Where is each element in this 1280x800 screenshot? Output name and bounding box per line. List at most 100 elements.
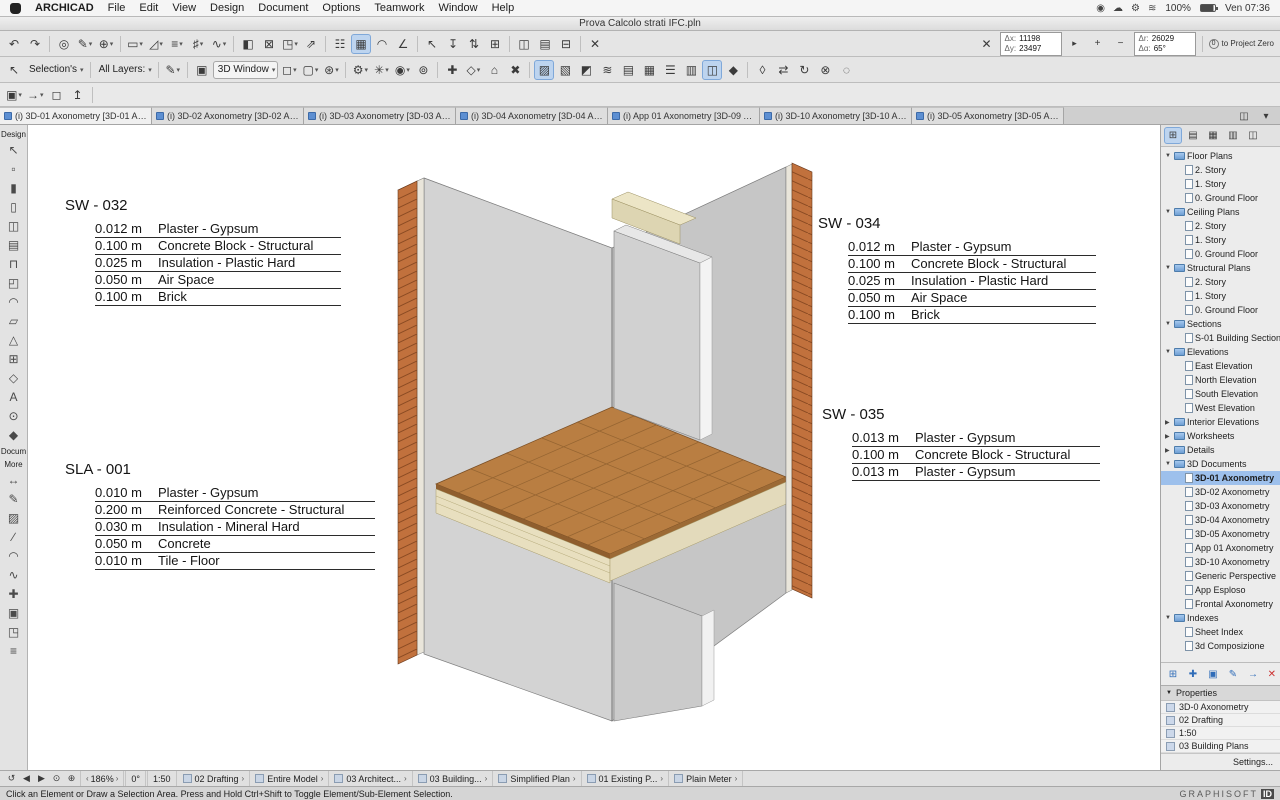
property-row[interactable]: 02 Drafting: [1161, 714, 1280, 727]
toolbar-button[interactable]: ▧: [555, 60, 575, 80]
tree-item[interactable]: 1. Story: [1161, 177, 1280, 191]
tool-button[interactable]: ◳: [3, 622, 25, 641]
tool-button[interactable]: ≡: [3, 641, 25, 660]
toolbar-button[interactable]: ◆: [723, 60, 743, 80]
annotation-sw-034[interactable]: SW - 034 0.012 mPlaster - Gypsum 0.100 m…: [818, 215, 1096, 324]
tree-item[interactable]: 2. Story: [1161, 163, 1280, 177]
tool-button[interactable]: A: [3, 387, 25, 406]
toolbar-button[interactable]: ↷: [25, 34, 45, 54]
quick-settings-dropdown[interactable]: 01 Existing P... ›: [582, 771, 670, 786]
tree-item[interactable]: Sheet Index: [1161, 625, 1280, 639]
tree-item[interactable]: S-01 Building Section: [1161, 331, 1280, 345]
toolbar-button[interactable]: ✎ ▾: [75, 34, 95, 54]
tree-item[interactable]: Generic Perspective: [1161, 569, 1280, 583]
navigator-tool-button[interactable]: ✎: [1225, 666, 1241, 682]
zoom-control[interactable]: ‹ 186% ›: [80, 771, 124, 786]
view-tab[interactable]: (i) 3D-05 Axonometry [3D-05 Axono...: [912, 107, 1064, 124]
toolbar-button[interactable]: ⊛ ▾: [321, 60, 341, 80]
tree-item[interactable]: App 01 Axonometry: [1161, 541, 1280, 555]
toolbar-button[interactable]: ≡ ▾: [167, 34, 187, 54]
tree-item[interactable]: ▶ Worksheets: [1161, 429, 1280, 443]
tree-item[interactable]: 3D-04 Axonometry: [1161, 513, 1280, 527]
toolbar-button[interactable]: ◩: [576, 60, 596, 80]
quick-settings-dropdown[interactable]: Plain Meter ›: [669, 771, 743, 786]
disclosure-triangle-icon[interactable]: ▶: [1165, 433, 1172, 440]
tree-item[interactable]: South Elevation: [1161, 387, 1280, 401]
toolbar-button[interactable]: ◧: [238, 34, 258, 54]
view-control-button[interactable]: ↺: [4, 772, 19, 786]
tree-item[interactable]: ▼ 3D Documents: [1161, 457, 1280, 471]
toolbar-button[interactable]: ⊠: [259, 34, 279, 54]
tool-button[interactable]: ◇: [3, 368, 25, 387]
tree-item[interactable]: ▼ Elevations: [1161, 345, 1280, 359]
properties-header[interactable]: ▼ Properties: [1161, 685, 1280, 701]
tool-button[interactable]: ▣: [3, 603, 25, 622]
toolbar-button[interactable]: ☰: [660, 60, 680, 80]
tool-button[interactable]: ∕: [3, 527, 25, 546]
toolbar-button[interactable]: ∿ ▾: [209, 34, 229, 54]
menu-bar-clock[interactable]: Ven 07:36: [1225, 3, 1270, 14]
rotation-control[interactable]: 0°: [125, 771, 146, 786]
origin-indicator[interactable]: 0 to Project Zero: [1209, 39, 1274, 49]
tool-button[interactable]: ⊙: [3, 406, 25, 425]
tree-item[interactable]: App Esploso: [1161, 583, 1280, 597]
disclosure-triangle-icon[interactable]: ▼: [1165, 153, 1172, 159]
tool-button[interactable]: ✎: [3, 489, 25, 508]
coordinate-box-polar[interactable]: Δr:26029 Δα:65°: [1134, 32, 1196, 56]
tree-item[interactable]: East Elevation: [1161, 359, 1280, 373]
navigator-tool-button[interactable]: →: [1245, 666, 1261, 682]
tracker-minus-button[interactable]: −: [1111, 34, 1131, 54]
toolbar-button[interactable]: ◫: [514, 34, 534, 54]
tool-button[interactable]: ▨: [3, 508, 25, 527]
menu-item[interactable]: Window: [438, 2, 477, 14]
tool-button[interactable]: ▤: [3, 235, 25, 254]
tree-item[interactable]: Frontal Axonometry: [1161, 597, 1280, 611]
view-tab[interactable]: (i) 3D-03 Axonometry [3D-03 Axon...: [304, 107, 456, 124]
toolbar-button[interactable]: ▢ ▾: [300, 60, 320, 80]
quick-option-button[interactable]: ↥: [68, 85, 88, 105]
tree-item[interactable]: 3D-10 Axonometry: [1161, 555, 1280, 569]
tool-button[interactable]: ▮: [3, 178, 25, 197]
toolbar-button[interactable]: ▦: [639, 60, 659, 80]
view-tab[interactable]: (i) App 01 Axonometry [3D-09 Axon...: [608, 107, 760, 124]
quick-option-button[interactable]: ▣ ▾: [4, 85, 24, 105]
tree-item[interactable]: 2. Story: [1161, 275, 1280, 289]
toolbar-button[interactable]: All Layers: ▾: [95, 60, 154, 80]
property-row[interactable]: 1:50: [1161, 727, 1280, 740]
quick-option-button[interactable]: ◻: [47, 85, 67, 105]
toolbar-button[interactable]: Selection's ▾: [25, 60, 86, 80]
toolbar-button[interactable]: [325, 36, 326, 52]
tree-item[interactable]: ▼ Floor Plans: [1161, 149, 1280, 163]
tool-button[interactable]: ▱: [3, 311, 25, 330]
toolbar-button[interactable]: ◠: [372, 34, 392, 54]
view-tab[interactable]: (i) 3D-01 Axonometry [3D-01 Axono...: [0, 107, 152, 124]
tab-bar-tool-button[interactable]: ▾: [1256, 109, 1276, 124]
toolbar-button[interactable]: ✖: [505, 60, 525, 80]
property-row[interactable]: 3D-0 Axonometry: [1161, 701, 1280, 714]
toolbar-button[interactable]: ↶: [4, 34, 24, 54]
quick-option-button[interactable]: → ▾: [25, 85, 46, 105]
toolbar-button[interactable]: [747, 62, 748, 78]
tree-item[interactable]: ▶ Details: [1161, 443, 1280, 457]
tree-item[interactable]: 3D-01 Axonometry: [1161, 471, 1280, 485]
menu-item[interactable]: Document: [258, 2, 308, 14]
status-icon[interactable]: ☁: [1113, 3, 1123, 14]
tree-item[interactable]: 1. Story: [1161, 289, 1280, 303]
tool-button[interactable]: ↖: [3, 140, 25, 159]
tree-item[interactable]: 3D-03 Axonometry: [1161, 499, 1280, 513]
toolbar-button[interactable]: ▦: [351, 34, 371, 54]
navigator-tool-button[interactable]: ▣: [1205, 666, 1221, 682]
tab-bar-tool-button[interactable]: ◫: [1234, 109, 1254, 124]
toolbar-button[interactable]: ↖: [4, 60, 24, 80]
tree-item[interactable]: 0. Ground Floor: [1161, 191, 1280, 205]
toolbar-button[interactable]: ▤: [618, 60, 638, 80]
tree-item[interactable]: 3D-02 Axonometry: [1161, 485, 1280, 499]
navigator-header-button[interactable]: ▥: [1224, 127, 1242, 144]
status-icon[interactable]: ≋: [1148, 3, 1156, 14]
toolbar-button[interactable]: ☷: [330, 34, 350, 54]
tree-item[interactable]: 3D-05 Axonometry: [1161, 527, 1280, 541]
scale-control[interactable]: 1:50: [147, 771, 177, 786]
menu-item[interactable]: Edit: [139, 2, 158, 14]
tool-button[interactable]: ◆: [3, 425, 25, 444]
toolbar-button[interactable]: ⇄: [773, 60, 793, 80]
